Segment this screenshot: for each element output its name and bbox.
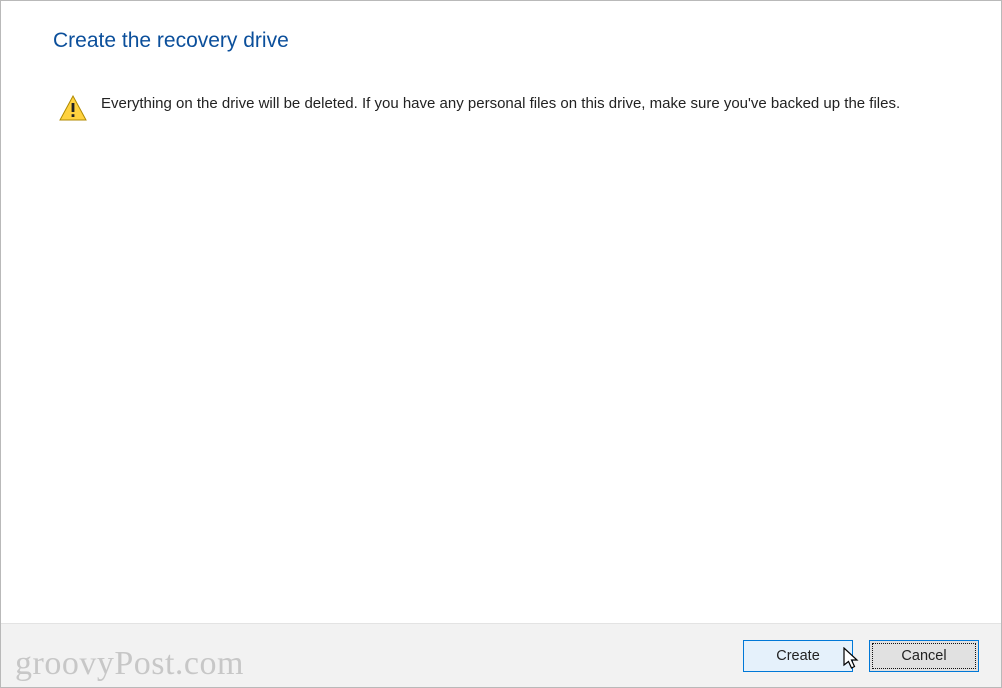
warning-icon bbox=[59, 95, 87, 121]
wizard-content: Create the recovery drive Everything on … bbox=[1, 1, 1001, 623]
wizard-footer: groovyPost.com Create Cancel bbox=[1, 623, 1001, 687]
warning-row: Everything on the drive will be deleted.… bbox=[53, 93, 933, 121]
recovery-drive-wizard: Create the recovery drive Everything on … bbox=[0, 0, 1002, 688]
page-title: Create the recovery drive bbox=[53, 29, 949, 53]
create-button[interactable]: Create bbox=[743, 640, 853, 672]
watermark-text: groovyPost.com bbox=[15, 645, 244, 683]
cancel-button[interactable]: Cancel bbox=[869, 640, 979, 672]
warning-text: Everything on the drive will be deleted.… bbox=[101, 93, 900, 115]
